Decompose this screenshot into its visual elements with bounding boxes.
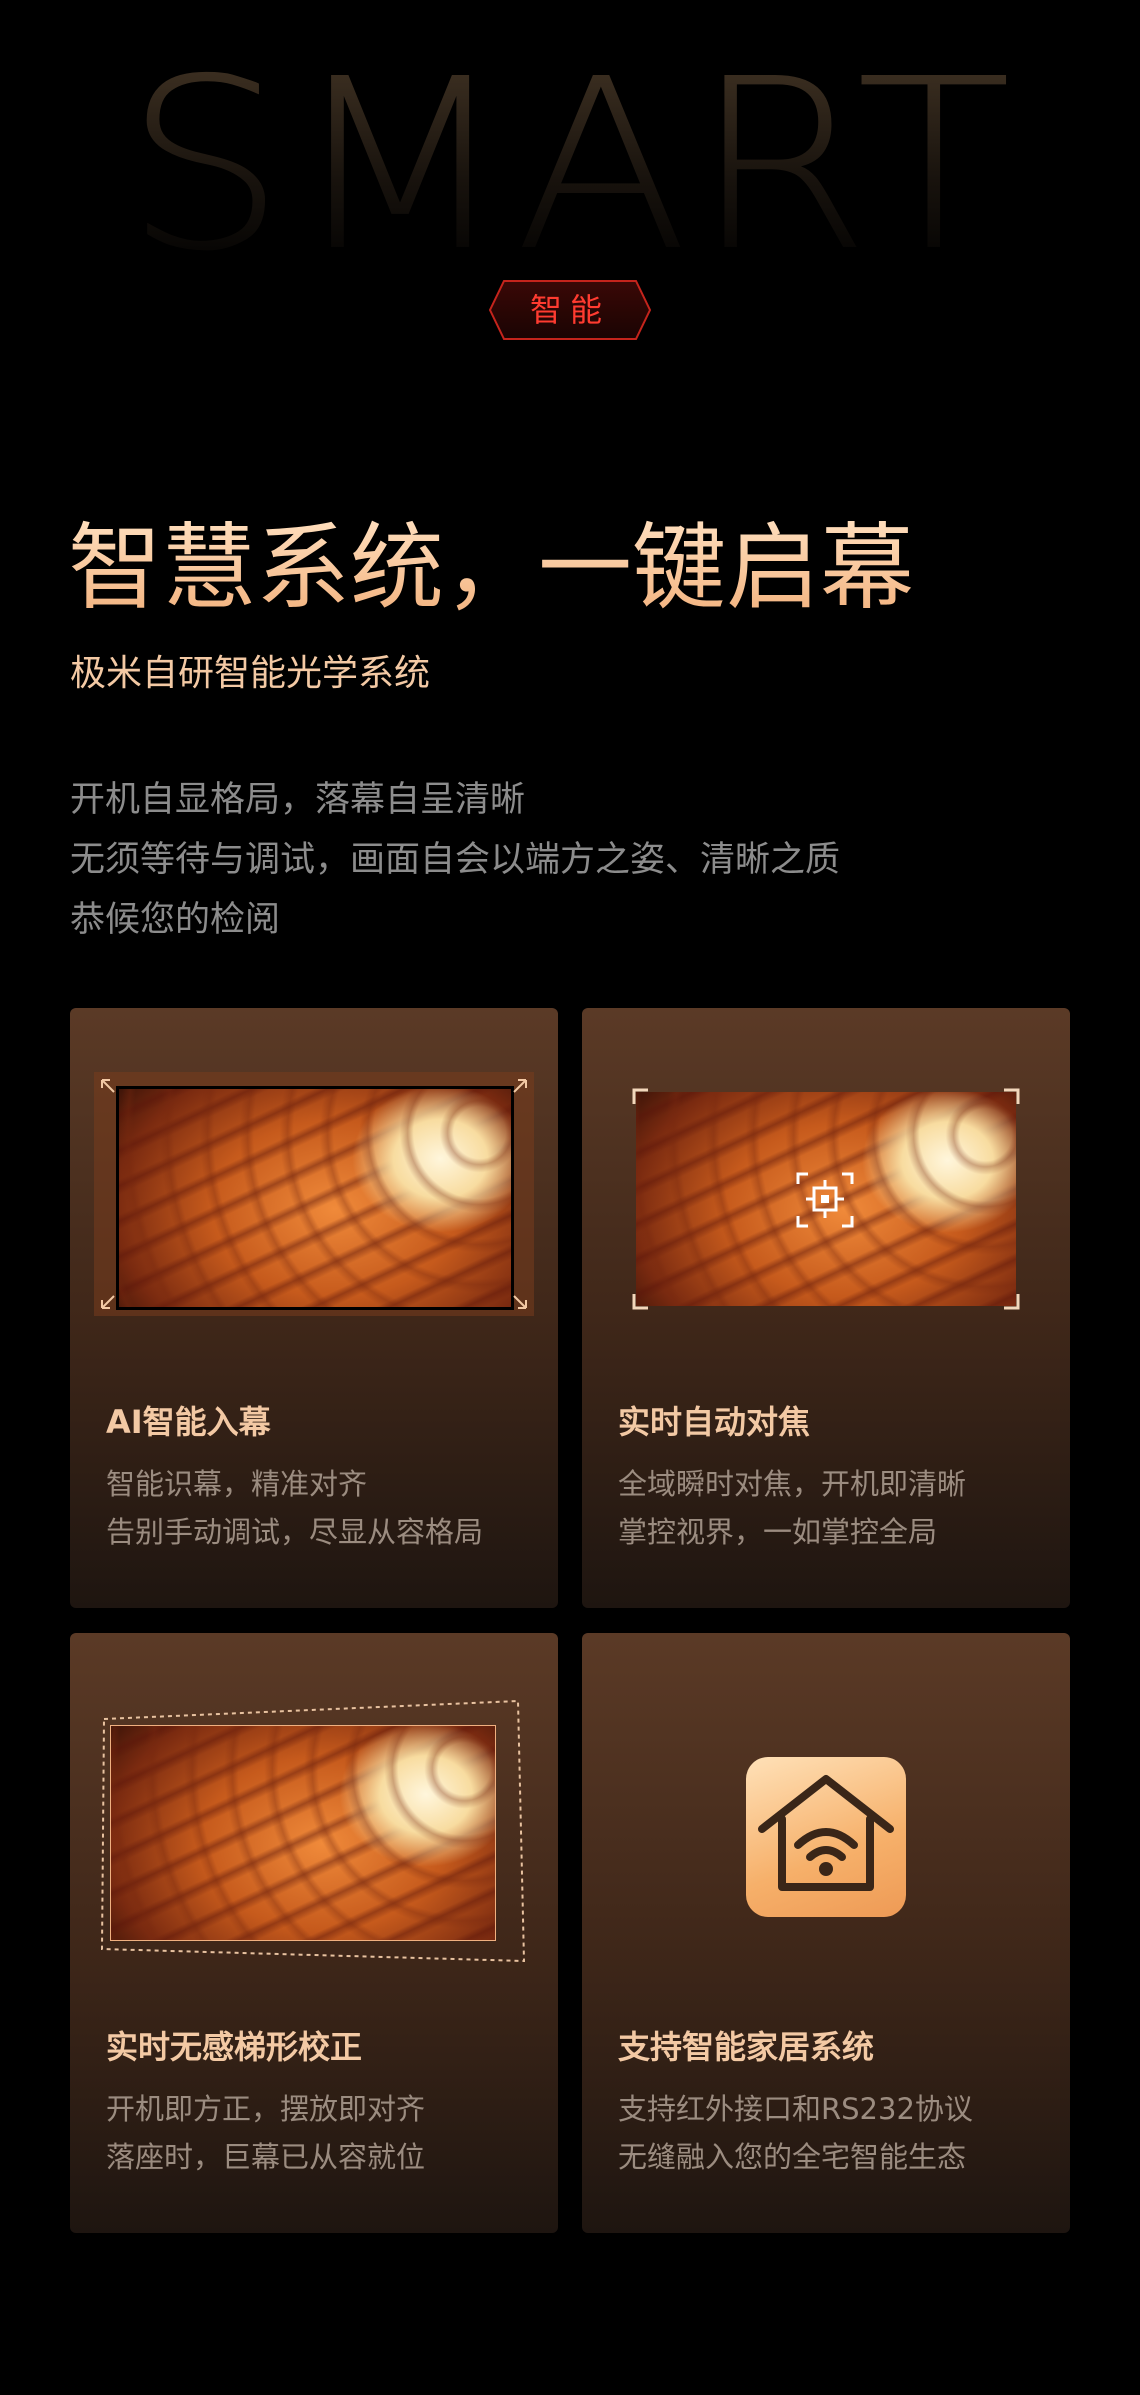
feature-title: 实时自动对焦 bbox=[618, 1403, 811, 1441]
smart-tag-badge: 智能 bbox=[488, 279, 652, 341]
feature-line: 告别手动调试，尽显从容格局 bbox=[106, 1515, 484, 1549]
page-title: 智慧系统，一键启幕 bbox=[68, 514, 915, 623]
feature-line: 掌控视界，一如掌控全局 bbox=[618, 1515, 938, 1549]
smart-home-wifi-icon bbox=[746, 1757, 906, 1917]
feature-line: 全域瞬时对焦，开机即清晰 bbox=[618, 1467, 967, 1501]
hero-background-word: SMART bbox=[0, 48, 1140, 284]
description-line: 恭候您的检阅 bbox=[70, 900, 281, 940]
screen-fit-icon bbox=[94, 1072, 534, 1316]
feature-title: 支持智能家居系统 bbox=[618, 2028, 875, 2066]
feature-line: 支持红外接口和RS232协议 bbox=[618, 2092, 973, 2126]
feature-card-smart-home: 支持智能家居系统 支持红外接口和RS232协议 无缝融入您的全宅智能生态 bbox=[582, 1633, 1070, 2233]
feature-card-ai-screen-fit: AI智能入幕 智能识幕，精准对齐 告别手动调试，尽显从容格局 bbox=[70, 1008, 558, 1608]
description-line: 无须等待与调试，画面自会以端方之姿、清晰之质 bbox=[70, 840, 841, 880]
smart-tag-label: 智能 bbox=[529, 291, 610, 329]
feature-card-keystone: 实时无感梯形校正 开机即方正，摆放即对齐 落座时，巨幕已从容就位 bbox=[70, 1633, 558, 2233]
keystone-icon bbox=[100, 1699, 540, 1969]
description-line: 开机自显格局，落幕自呈清晰 bbox=[70, 780, 526, 820]
feature-line: 开机即方正，摆放即对齐 bbox=[106, 2092, 426, 2126]
feature-title: 实时无感梯形校正 bbox=[106, 2028, 363, 2066]
feature-line: 无缝融入您的全宅智能生态 bbox=[618, 2140, 967, 2174]
description-block: 开机自显格局，落幕自呈清晰 无须等待与调试，画面自会以端方之姿、清晰之质 恭候您… bbox=[70, 770, 840, 950]
feature-line: 落座时，巨幕已从容就位 bbox=[106, 2140, 426, 2174]
feature-line: 智能识幕，精准对齐 bbox=[106, 1467, 368, 1501]
feature-card-auto-focus: 实时自动对焦 全域瞬时对焦，开机即清晰 掌控视界，一如掌控全局 bbox=[582, 1008, 1070, 1608]
page-subtitle: 极米自研智能光学系统 bbox=[70, 653, 431, 694]
focus-icon bbox=[632, 1088, 1020, 1310]
feature-title: AI智能入幕 bbox=[106, 1403, 271, 1441]
